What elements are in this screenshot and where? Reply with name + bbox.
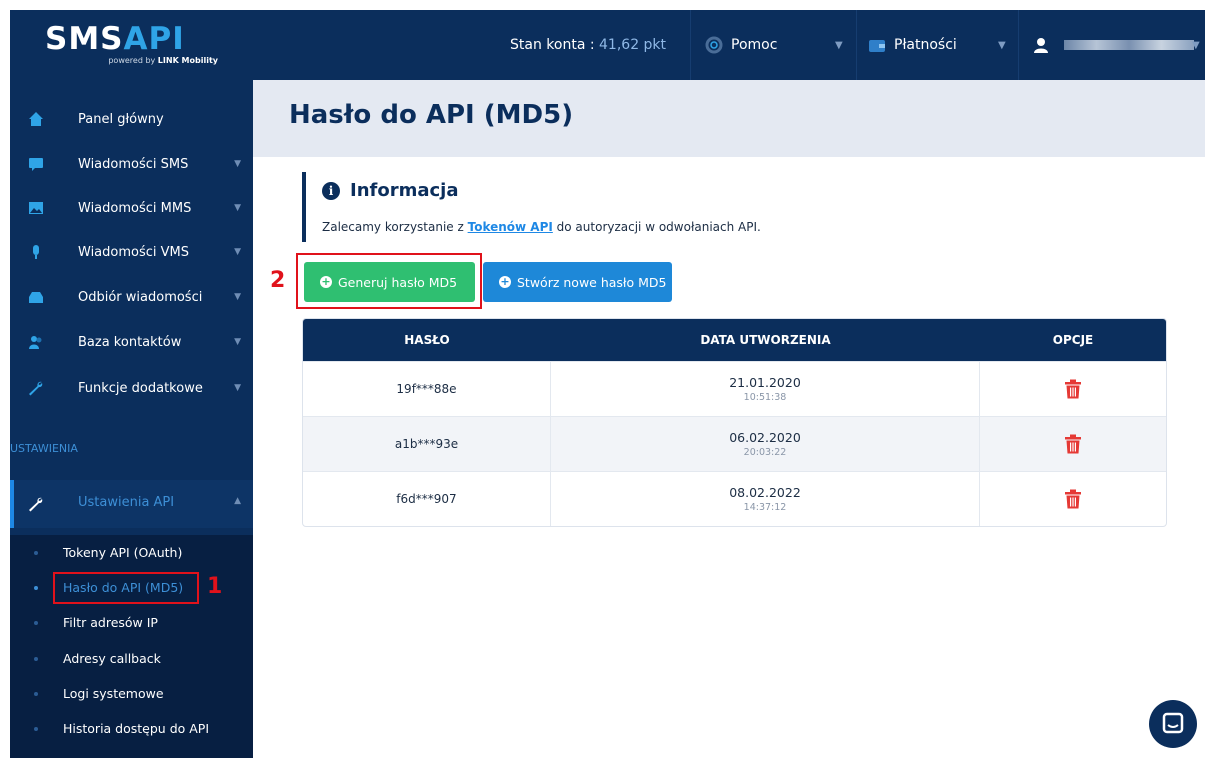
bullet-icon: [34, 620, 38, 625]
table-row: f6d***907 08.02.2022 14:37:12: [303, 471, 1166, 526]
balance-value: 41,62 pkt: [599, 37, 667, 53]
sidebar-item-dashboard[interactable]: Panel główny: [10, 97, 253, 141]
wallet-icon: [869, 40, 885, 52]
trash-icon[interactable]: [1065, 489, 1081, 509]
password-cell: 19f***88e: [303, 362, 551, 416]
options-cell: [980, 417, 1166, 471]
help-label: Pomoc: [731, 37, 778, 53]
sidebar-item-extras[interactable]: Funkcje dodatkowe ▼: [10, 366, 253, 410]
help-menu[interactable]: Pomoc ▼: [705, 10, 850, 80]
chevron-down-icon: ▼: [234, 337, 241, 347]
password-cell: a1b***93e: [303, 417, 551, 471]
payments-menu[interactable]: Płatności ▼: [868, 10, 1013, 80]
table-row: 19f***88e 21.01.2020 10:51:38: [303, 361, 1166, 416]
contacts-icon: [29, 336, 42, 349]
divider: [690, 10, 691, 80]
bullet-icon: [34, 585, 38, 590]
trash-icon[interactable]: [1065, 379, 1081, 399]
date-cell: 21.01.2020 10:51:38: [551, 362, 980, 416]
sidebar-item-vms[interactable]: Wiadomości VMS ▼: [10, 230, 253, 274]
column-header: DATA UTWORZENIA: [700, 333, 831, 347]
chat-icon: [1162, 712, 1184, 734]
trash-icon[interactable]: [1065, 434, 1081, 454]
submenu-item-callback[interactable]: Adresy callback: [10, 641, 253, 676]
sidebar-item-contacts[interactable]: Baza kontaktów ▼: [10, 320, 253, 364]
plus-circle-icon: +: [499, 275, 511, 288]
chevron-down-icon: ▼: [234, 383, 241, 393]
sidebar-item-sms[interactable]: Wiadomości SMS ▼: [10, 142, 253, 186]
chevron-down-icon: ▼: [234, 159, 241, 169]
sidebar-item-mms[interactable]: Wiadomości MMS ▼: [10, 186, 253, 230]
submenu-item-oauth-tokens[interactable]: Tokeny API (OAuth): [10, 535, 253, 570]
logo[interactable]: SMSAPI powered by LINK Mobility: [45, 22, 230, 70]
table-header: HASŁO DATA UTWORZENIA OPCJE: [303, 319, 1166, 361]
info-text: Zalecamy korzystanie z Tokenów API do au…: [322, 220, 761, 234]
wrench-icon: [29, 497, 43, 512]
chevron-down-icon: ▼: [234, 247, 241, 257]
password-cell: f6d***907: [303, 472, 551, 526]
user-menu[interactable]: ▼: [1032, 10, 1202, 80]
bullet-icon: [34, 691, 38, 696]
info-icon: i: [322, 181, 340, 200]
annotation-highlight: [53, 572, 199, 604]
passwords-table: HASŁO DATA UTWORZENIA OPCJE 19f***88e 21…: [302, 318, 1167, 527]
top-bar: SMSAPI powered by LINK Mobility Stan kon…: [10, 10, 1205, 80]
sidebar-item-api-settings[interactable]: Ustawienia API ▲: [10, 480, 253, 528]
plus-circle-icon: +: [320, 275, 332, 288]
chevron-down-icon: ▼: [1192, 39, 1200, 51]
image-icon: [29, 202, 43, 214]
wrench-icon: [29, 381, 43, 396]
account-balance: Stan konta : 41,62 pkt: [510, 10, 666, 80]
api-settings-submenu: Tokeny API (OAuth) Hasło do API (MD5) Fi…: [10, 535, 253, 758]
sms-icon: [29, 158, 43, 171]
annotation-number: 2: [270, 268, 286, 293]
options-cell: [980, 362, 1166, 416]
user-icon: [1034, 38, 1048, 53]
submenu-item-ip-filter[interactable]: Filtr adresów IP: [10, 605, 253, 640]
chevron-down-icon: ▼: [234, 292, 241, 302]
page-header: Hasło do API (MD5): [253, 80, 1205, 157]
balance-label: Stan konta :: [510, 37, 600, 53]
divider: [1018, 10, 1019, 80]
info-box: i Informacja Zalecamy korzystanie z Toke…: [302, 172, 902, 242]
chevron-up-icon: ▲: [234, 496, 241, 506]
generate-md5-button[interactable]: + Generuj hasło MD5: [304, 262, 475, 302]
sidebar-section-label: USTAWIENIA: [10, 442, 78, 455]
column-header: HASŁO: [404, 333, 450, 347]
microphone-icon: [33, 245, 39, 259]
info-title: i Informacja: [322, 180, 458, 201]
submenu-item-system-logs[interactable]: Logi systemowe: [10, 676, 253, 711]
sidebar: Panel główny Wiadomości SMS ▼ Wiadomości…: [10, 80, 253, 758]
bullet-icon: [34, 550, 38, 555]
lifebuoy-icon: [705, 36, 723, 54]
divider: [856, 10, 857, 80]
payments-label: Płatności: [894, 37, 957, 53]
logo-wordmark: SMSAPI: [45, 21, 185, 57]
bullet-icon: [34, 726, 38, 731]
column-header: OPCJE: [1052, 333, 1094, 347]
chat-widget-button[interactable]: [1149, 700, 1197, 748]
date-cell: 06.02.2020 20:03:22: [551, 417, 980, 471]
options-cell: [980, 472, 1166, 526]
submenu-item-access-history[interactable]: Historia dostępu do API: [10, 711, 253, 746]
inbox-icon: [29, 292, 43, 303]
tokens-api-link[interactable]: Tokenów API: [468, 220, 553, 234]
create-md5-button[interactable]: + Stwórz nowe hasło MD5: [483, 262, 672, 302]
chevron-down-icon: ▼: [234, 203, 241, 213]
page-title: Hasło do API (MD5): [289, 100, 574, 130]
sidebar-item-inbox[interactable]: Odbiór wiadomości ▼: [10, 275, 253, 319]
date-cell: 08.02.2022 14:37:12: [551, 472, 980, 526]
table-row: a1b***93e 06.02.2020 20:03:22: [303, 416, 1166, 471]
user-name-redacted: [1064, 40, 1194, 50]
annotation-number: 1: [207, 574, 223, 599]
home-icon: [29, 112, 43, 126]
sidebar-item-label: Ustawienia API: [78, 495, 175, 510]
chevron-down-icon: ▼: [998, 39, 1006, 51]
app-frame: SMSAPI powered by LINK Mobility Stan kon…: [0, 0, 1205, 758]
bullet-icon: [34, 656, 38, 661]
chevron-down-icon: ▼: [835, 39, 843, 51]
logo-tagline: powered by LINK Mobility: [108, 56, 218, 65]
